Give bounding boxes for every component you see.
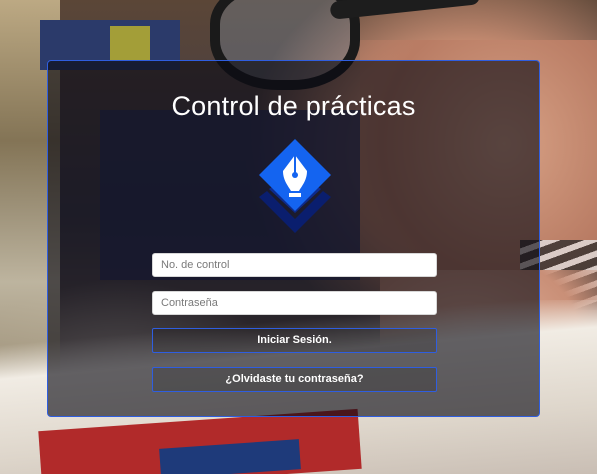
control-number-input[interactable] — [152, 253, 437, 277]
password-input[interactable] — [152, 291, 437, 315]
page: Control de prácticas Iniciar Sesión. ¿Ol… — [0, 0, 597, 474]
forgot-password-button[interactable]: ¿Olvidaste tu contraseña? — [152, 367, 437, 392]
login-button[interactable]: Iniciar Sesión. — [152, 328, 437, 353]
login-panel: Control de prácticas Iniciar Sesión. ¿Ol… — [47, 60, 540, 417]
pen-nib-logo-icon — [255, 137, 335, 241]
page-title: Control de prácticas — [171, 91, 416, 121]
